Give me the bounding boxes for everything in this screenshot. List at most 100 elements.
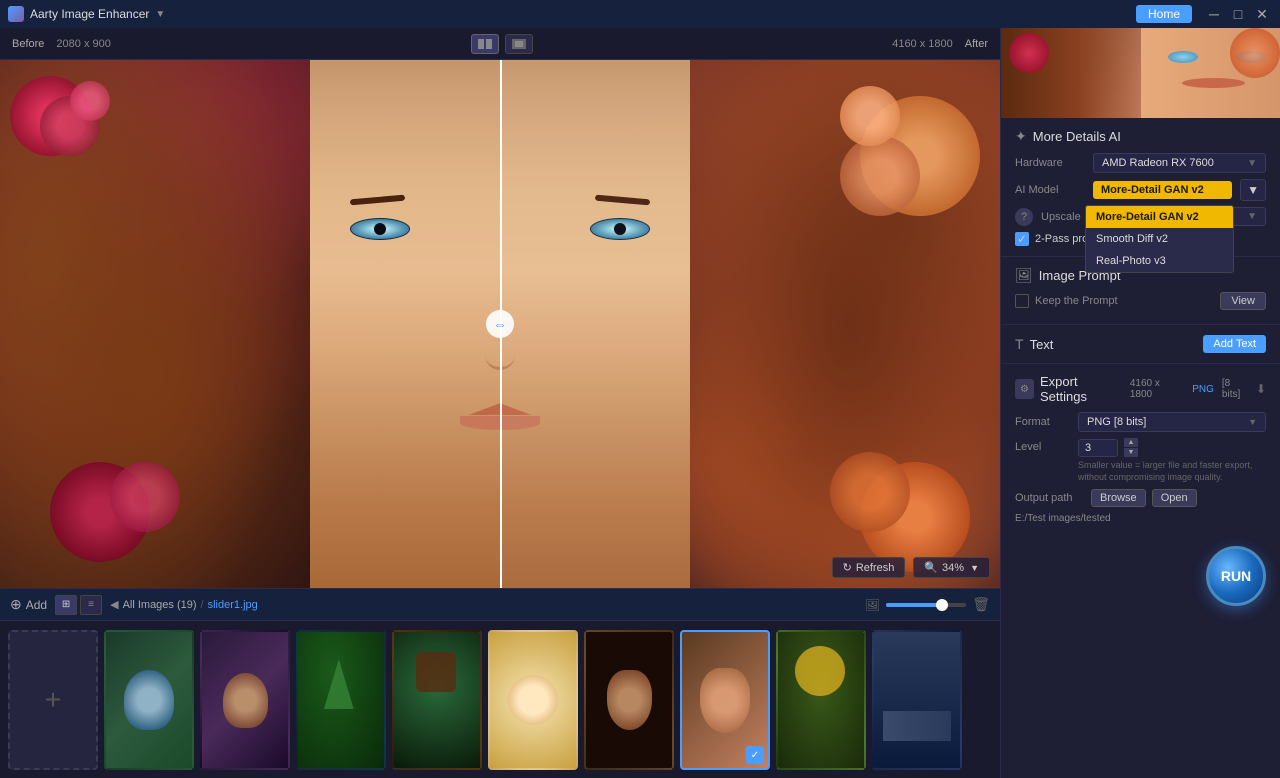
hardware-select[interactable]: AMD Radeon RX 7600 ▼ xyxy=(1093,153,1266,173)
thumbnail-item[interactable] xyxy=(392,630,482,770)
app-title: Aarty Image Enhancer xyxy=(30,7,149,21)
ai-model-arrow-button[interactable]: ▼ xyxy=(1240,179,1266,201)
portrait-eye-right xyxy=(590,218,650,240)
after-label: After xyxy=(965,38,988,50)
overlay-view-button[interactable] xyxy=(505,34,533,54)
thumbnail-item[interactable] xyxy=(776,630,866,770)
thumbnail-item[interactable] xyxy=(584,630,674,770)
output-path-row: Output path Browse Open xyxy=(1015,489,1266,507)
thumbnail-item[interactable] xyxy=(296,630,386,770)
size-slider[interactable] xyxy=(886,603,966,607)
flower-topleft xyxy=(10,76,130,196)
sparkle-icon: ✦ xyxy=(1015,128,1027,145)
image-panel: Before 2080 x 900 4160 x 1800 After xyxy=(0,28,1000,778)
add-text-button[interactable]: Add Text xyxy=(1203,335,1266,353)
add-button[interactable]: ⊕ Add xyxy=(10,596,47,613)
back-arrow-icon[interactable]: ◀ xyxy=(110,598,118,611)
format-row: Format PNG [8 bits] ▼ xyxy=(1015,412,1266,432)
filmstrip-area: ⊕ Add ⊞ ≡ ◀ All Images (19) / slider1.jp… xyxy=(0,588,1000,778)
section-header: ✦ More Details AI xyxy=(1015,128,1266,145)
maximize-button[interactable]: □ xyxy=(1228,4,1248,24)
two-pass-checkbox[interactable]: ✓ xyxy=(1015,232,1029,246)
title-bar: Aarty Image Enhancer ▼ Home ─ □ ✕ xyxy=(0,0,1280,28)
upscale-arrow-icon: ▼ xyxy=(1247,211,1257,222)
view-button[interactable]: View xyxy=(1220,292,1266,310)
dropdown-item-real-photo-v3[interactable]: Real-Photo v3 xyxy=(1086,250,1233,272)
thumbnail-item[interactable] xyxy=(200,630,290,770)
selected-check-icon: ✓ xyxy=(746,746,764,764)
dropdown-arrow-icon[interactable]: ▼ xyxy=(155,9,165,20)
close-button[interactable]: ✕ xyxy=(1252,4,1272,24)
image-viewer[interactable]: ⇔ ↻ Refresh 🔍 34% ▼ xyxy=(0,60,1000,588)
flower-topright xyxy=(780,86,980,286)
more-details-section: ✦ More Details AI Hardware AMD Radeon RX… xyxy=(1001,118,1280,257)
hardware-row: Hardware AMD Radeon RX 7600 ▼ xyxy=(1015,153,1266,173)
title-bar-controls: Home ─ □ ✕ xyxy=(1136,4,1272,24)
add-image-button[interactable]: + xyxy=(8,630,98,770)
dropdown-item-more-detail-gan-v2[interactable]: More-Detail GAN v2 xyxy=(1086,206,1233,228)
slider-thumb xyxy=(936,599,948,611)
right-sidebar: ✦ More Details AI Hardware AMD Radeon RX… xyxy=(1000,28,1280,778)
bottom-image-controls: ↻ Refresh 🔍 34% ▼ xyxy=(832,557,990,578)
view-toggle-group xyxy=(123,34,880,54)
app-icon xyxy=(8,6,24,22)
flower-bottomright xyxy=(770,412,970,572)
run-button-area: RUN xyxy=(1001,536,1280,616)
open-button[interactable]: Open xyxy=(1152,489,1197,507)
after-resolution: 4160 x 1800 xyxy=(892,38,953,50)
title-bar-left: Aarty Image Enhancer ▼ xyxy=(8,6,165,22)
zoom-control: 🔍 34% ▼ xyxy=(913,557,990,578)
level-down-button[interactable]: ▼ xyxy=(1124,448,1138,457)
ai-model-select[interactable]: More-Detail GAN v2 xyxy=(1093,181,1232,199)
thumbnails-container: + xyxy=(0,621,1000,778)
format-arrow-icon: ▼ xyxy=(1248,417,1257,427)
compare-area: ⇔ ↻ Refresh 🔍 34% ▼ xyxy=(0,60,1000,588)
dropdown-item-smooth-diff-v2[interactable]: Smooth Diff v2 xyxy=(1086,228,1233,250)
thumbnail-item[interactable] xyxy=(872,630,962,770)
level-input[interactable] xyxy=(1078,439,1118,457)
export-icon: ⚙ xyxy=(1015,379,1034,399)
thumbnail-item-active[interactable]: ✓ xyxy=(680,630,770,770)
output-path-display: E:/Test images/tested xyxy=(1015,511,1266,526)
ai-model-dropdown: More-Detail GAN v2 Smooth Diff v2 Real-P… xyxy=(1085,205,1234,273)
minimize-button[interactable]: ─ xyxy=(1204,4,1224,24)
plus-circle-icon: ⊕ xyxy=(10,596,22,613)
portrait-eye-left xyxy=(350,218,410,240)
help-icon[interactable]: ? xyxy=(1015,208,1033,226)
format-select[interactable]: PNG [8 bits] ▼ xyxy=(1078,412,1266,432)
split-icon xyxy=(478,39,492,49)
filmstrip-toolbar: ⊕ Add ⊞ ≡ ◀ All Images (19) / slider1.jp… xyxy=(0,589,1000,621)
image-toolbar: Before 2080 x 900 4160 x 1800 After xyxy=(0,28,1000,60)
thumbnail-item[interactable] xyxy=(488,630,578,770)
export-header: ⚙ Export Settings 4160 x 1800 PNG [8 bit… xyxy=(1015,374,1266,404)
divider-handle[interactable]: ⇔ xyxy=(486,310,514,338)
export-collapse-icon[interactable]: ⬇ xyxy=(1256,382,1266,396)
level-spinners: ▲ ▼ xyxy=(1124,438,1138,457)
split-view-button[interactable] xyxy=(471,34,499,54)
level-up-button[interactable]: ▲ xyxy=(1124,438,1138,447)
text-icon: T xyxy=(1015,336,1024,352)
zoom-arrow-icon: ▼ xyxy=(970,563,979,573)
export-section: ⚙ Export Settings 4160 x 1800 PNG [8 bit… xyxy=(1001,364,1280,536)
keep-prompt-checkbox[interactable] xyxy=(1015,294,1029,308)
text-header: T Text Add Text xyxy=(1015,335,1266,353)
list-view-button[interactable]: ≡ xyxy=(80,595,102,615)
browse-button[interactable]: Browse xyxy=(1091,489,1146,507)
trash-icon[interactable]: 🗑 xyxy=(972,596,990,613)
refresh-button[interactable]: ↻ Refresh xyxy=(832,557,906,578)
preview-thumbnail xyxy=(1001,28,1280,118)
home-button[interactable]: Home xyxy=(1136,5,1192,23)
hardware-dropdown-arrow-icon: ▼ xyxy=(1247,158,1257,169)
thumbnail-item[interactable] xyxy=(104,630,194,770)
image-icon: 🖼 xyxy=(865,598,880,612)
ai-model-row: AI Model More-Detail GAN v2 ▼ xyxy=(1015,179,1266,201)
refresh-icon: ↻ xyxy=(843,561,852,574)
zoom-icon: 🔍 xyxy=(924,561,938,574)
grid-view-button[interactable]: ⊞ xyxy=(55,595,77,615)
run-button[interactable]: RUN xyxy=(1206,546,1266,606)
breadcrumb: ◀ All Images (19) / slider1.jpg xyxy=(110,598,258,611)
add-icon: + xyxy=(45,684,61,716)
level-row: Level ▲ ▼ Smaller value = larger file an… xyxy=(1015,438,1266,483)
level-input-row: ▲ ▼ xyxy=(1078,438,1266,457)
level-right: ▲ ▼ Smaller value = larger file and fast… xyxy=(1078,438,1266,483)
